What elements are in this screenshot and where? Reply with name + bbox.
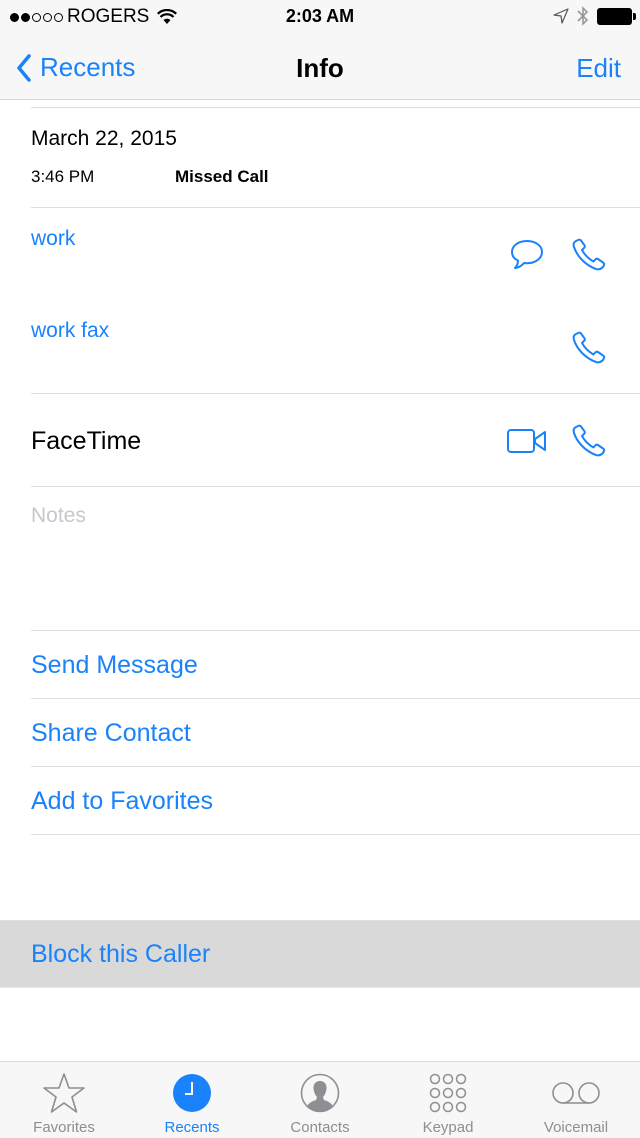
call-date: March 22, 2015 xyxy=(31,127,177,150)
keypad-icon xyxy=(429,1073,467,1113)
contact-icon xyxy=(300,1073,340,1113)
tab-recents[interactable]: Recents xyxy=(128,1062,256,1138)
divider xyxy=(31,393,640,394)
status-right xyxy=(553,6,636,26)
divider xyxy=(31,698,640,699)
page-title: Info xyxy=(296,53,344,83)
phone-icon[interactable] xyxy=(570,329,608,367)
call-time: 3:46 PM xyxy=(31,167,95,186)
phone-label-work[interactable]: work xyxy=(31,227,75,251)
tab-contacts[interactable]: Contacts xyxy=(256,1062,384,1138)
clock-icon xyxy=(173,1074,211,1112)
divider xyxy=(31,207,640,208)
send-message-button[interactable]: Send Message xyxy=(31,651,198,680)
tab-label: Favorites xyxy=(33,1119,95,1136)
phone-label-work-fax[interactable]: work fax xyxy=(31,319,109,343)
status-time: 2:03 AM xyxy=(285,6,355,26)
notes-field[interactable]: Notes xyxy=(31,504,86,528)
tab-label: Recents xyxy=(164,1119,220,1136)
facetime-label: FaceTime xyxy=(31,427,142,455)
tab-label: Keypad xyxy=(422,1119,474,1136)
call-type: Missed Call xyxy=(175,167,269,186)
block-caller-button[interactable]: Block this Caller xyxy=(0,920,640,988)
tab-favorites[interactable]: Favorites xyxy=(0,1062,128,1138)
edit-button[interactable]: Edit xyxy=(576,53,621,84)
status-bar: ROGERS 2:03 AM xyxy=(0,0,640,40)
divider xyxy=(31,766,640,767)
tab-voicemail[interactable]: Voicemail xyxy=(512,1062,640,1138)
divider xyxy=(31,486,640,487)
share-contact-button[interactable]: Share Contact xyxy=(31,719,191,748)
add-to-favorites-button[interactable]: Add to Favorites xyxy=(31,787,213,816)
nav-bar: Recents Info Edit xyxy=(0,40,640,100)
tab-bar: Favorites Recents Contacts Keypad Voicem… xyxy=(0,1061,640,1138)
block-caller-label: Block this Caller xyxy=(31,940,211,968)
bluetooth-icon xyxy=(577,6,589,26)
message-icon[interactable] xyxy=(509,238,545,272)
phone-icon[interactable] xyxy=(570,422,608,460)
divider xyxy=(31,834,640,835)
location-icon xyxy=(553,8,569,24)
phone-icon[interactable] xyxy=(570,236,608,274)
tab-keypad[interactable]: Keypad xyxy=(384,1062,512,1138)
tab-label: Contacts xyxy=(290,1119,350,1136)
star-icon xyxy=(43,1073,85,1113)
battery-icon xyxy=(597,7,636,25)
video-icon[interactable] xyxy=(506,427,548,455)
divider xyxy=(31,630,640,631)
divider xyxy=(31,107,640,108)
voicemail-icon xyxy=(552,1082,600,1104)
tab-label: Voicemail xyxy=(543,1119,609,1136)
